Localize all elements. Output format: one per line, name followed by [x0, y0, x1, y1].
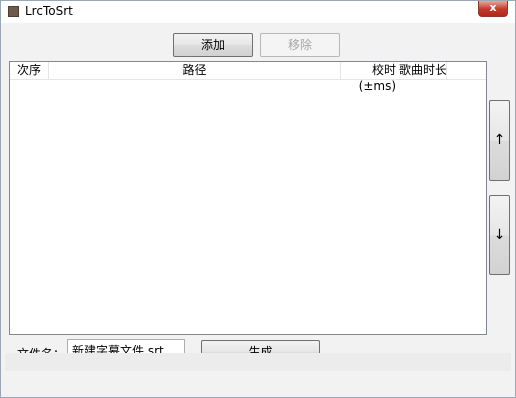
column-path[interactable]: 路径 — [49, 62, 340, 79]
column-order[interactable]: 次序 — [17, 62, 47, 79]
close-button[interactable]: x — [478, 1, 508, 17]
title-bar[interactable]: LrcToSrt x — [1, 1, 515, 23]
file-list[interactable]: 次序 路径 校时(±ms) 歌曲时长 — [9, 61, 487, 335]
app-icon — [8, 6, 19, 17]
list-header: 次序 路径 校时(±ms) 歌曲时长 — [10, 62, 486, 93]
column-separator[interactable] — [446, 62, 447, 79]
app-window: LrcToSrt x 添加 移除 次序 路径 校时(±ms) 歌曲时长 ↑ ↓ — [0, 0, 516, 398]
arrow-down-icon: ↓ — [493, 227, 506, 243]
column-offset[interactable]: 校时(±ms) — [341, 62, 397, 93]
client-area: 添加 移除 次序 路径 校时(±ms) 歌曲时长 ↑ ↓ 文件名： 新建字幕文件… — [5, 23, 511, 393]
remove-button-label: 移除 — [287, 38, 312, 52]
add-button[interactable]: 添加 — [173, 33, 253, 57]
add-button-label: 添加 — [200, 38, 225, 52]
move-down-button[interactable]: ↓ — [489, 195, 510, 275]
remove-button[interactable]: 移除 — [260, 33, 340, 57]
arrow-up-icon: ↑ — [493, 132, 506, 148]
column-duration[interactable]: 歌曲时长 — [399, 62, 459, 79]
window-title: LrcToSrt — [25, 4, 73, 18]
move-up-button[interactable]: ↑ — [489, 100, 510, 181]
status-bar — [5, 353, 511, 371]
